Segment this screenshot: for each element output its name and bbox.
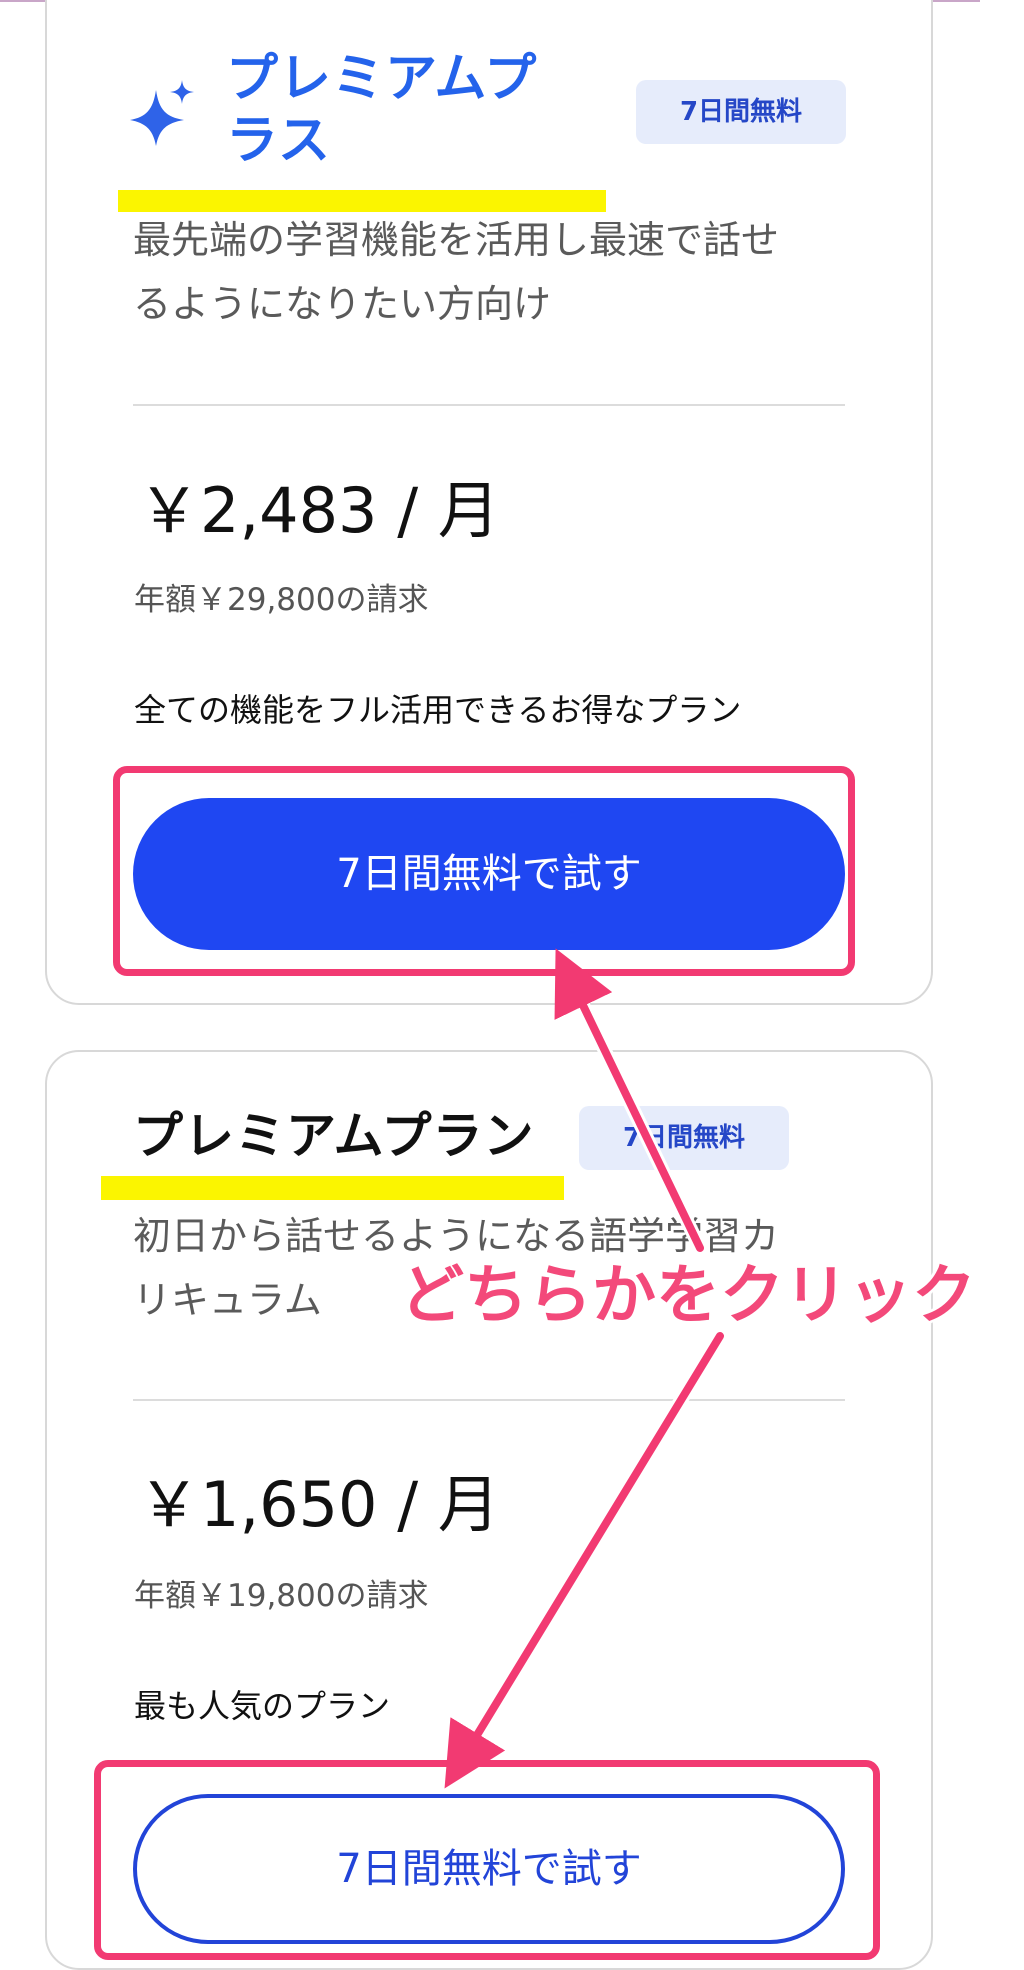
card-divider (133, 1399, 845, 1401)
plan-tagline: 最も人気のプラン (134, 1687, 391, 1725)
sparkle-icon (130, 80, 194, 146)
free-trial-badge: 7日間無料 (579, 1106, 789, 1170)
annotation-frame (94, 1760, 880, 1960)
plan-title: プレミアムプラン (133, 1107, 535, 1165)
plan-description-line2: リキュラム (133, 1278, 322, 1322)
plan-title-line2: ラス (226, 111, 331, 171)
title-highlight-marker (101, 1176, 564, 1200)
annotation-click-either: どちらかをクリック (399, 1258, 977, 1334)
plan-description-line2: るようになりたい方向け (133, 282, 552, 326)
annotation-frame (113, 766, 855, 976)
monthly-price: ￥2,483 / 月 (138, 474, 500, 547)
plan-title-line1: プレミアムプ (226, 49, 538, 109)
plan-description-line1: 最先端の学習機能を活用し最速で話せ (133, 218, 780, 262)
card-divider (133, 404, 845, 406)
monthly-price: ￥1,650 / 月 (138, 1468, 500, 1541)
yearly-billing-text: 年額￥29,800の請求 (134, 582, 429, 618)
yearly-billing-text: 年額￥19,800の請求 (134, 1578, 429, 1614)
free-trial-badge: 7日間無料 (636, 80, 846, 144)
plan-tagline: 全ての機能をフル活用できるお得なプラン (134, 691, 742, 729)
